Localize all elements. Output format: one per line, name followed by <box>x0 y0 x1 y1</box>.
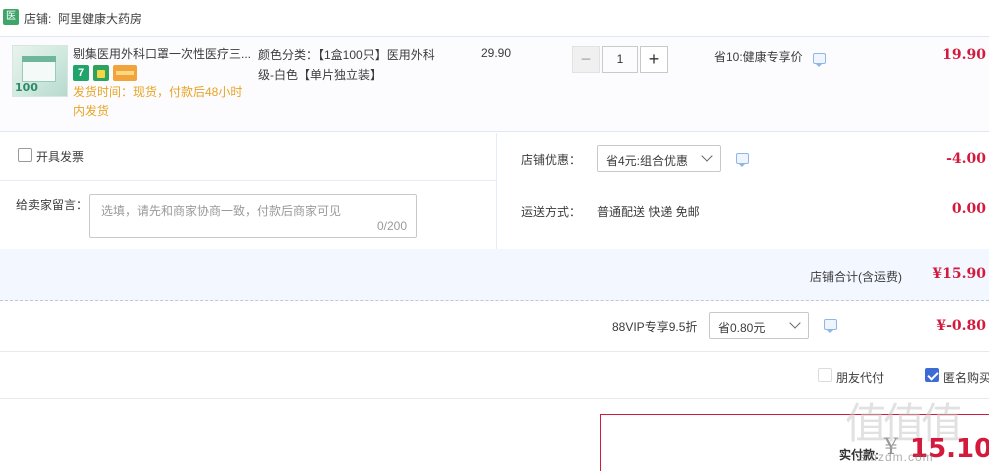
options-divider <box>0 180 497 181</box>
promo-info-icon[interactable] <box>813 53 826 67</box>
product-thumbnail[interactable]: 100 <box>12 45 68 97</box>
shop-label: 店铺: <box>24 12 52 26</box>
mask-box-stripe <box>22 56 56 62</box>
invoice-label[interactable]: 开具发票 <box>36 148 84 165</box>
product-spec: 颜色分类：【1盒100只】医用外科级-白色【单片独立装】 <box>258 48 435 82</box>
friend-pay-label[interactable]: 朋友代付 <box>836 369 884 386</box>
subtotal-label: 店铺合计(含运费) <box>810 270 902 284</box>
service-bag-icon <box>93 65 109 81</box>
shop-discount-label: 店铺优惠： <box>521 153 582 167</box>
thumb-count-label: 100 <box>15 81 38 94</box>
invoice-checkbox[interactable] <box>18 148 32 162</box>
message-to-seller-textarea[interactable]: 选填，请先和商家协商一致，付款后商家可见 0/200 <box>89 194 417 238</box>
shipping-method: 普通配送 快递 免邮 <box>597 205 700 219</box>
message-char-count: 0/200 <box>376 219 407 233</box>
shop-name-link[interactable]: 阿里健康大药房 <box>58 10 142 27</box>
shop-discount-value: 省4元:组合优惠 <box>606 154 689 168</box>
vip-info-icon[interactable] <box>824 319 837 333</box>
item-promo-text: 省10:健康专享价 <box>714 50 803 64</box>
shop-discount-amount: -4.00 <box>946 151 986 167</box>
vip-discount-label: 88VIP专享9.5折 <box>612 320 698 334</box>
discount-info-icon[interactable] <box>736 153 749 167</box>
pharmacy-badge-icon: 医 <box>3 9 19 25</box>
seven-day-return-icon: 7 <box>73 65 89 81</box>
message-label: 给卖家留言： <box>16 198 89 212</box>
quantity-plus-button[interactable]: + <box>640 46 668 73</box>
chevron-down-icon <box>701 150 713 162</box>
chevron-down-icon <box>789 317 801 329</box>
credit-card-icon <box>113 65 137 81</box>
vip-discount-select[interactable]: 省0.80元 <box>709 312 809 339</box>
vip-discount-row <box>0 302 989 352</box>
item-total-price: 19.90 <box>942 47 986 63</box>
vip-discount-value: 省0.80元 <box>718 321 766 335</box>
shipping-amount: 0.00 <box>951 201 986 217</box>
subtotal-amount: ¥15.90 <box>932 266 986 282</box>
shop-discount-select[interactable]: 省4元:组合优惠 <box>597 145 721 172</box>
anonymous-purchase-label[interactable]: 匿名购买 <box>943 369 989 386</box>
quantity-minus-button[interactable]: − <box>572 46 600 73</box>
message-placeholder: 选填，请先和商家协商一致，付款后商家可见 <box>101 204 342 218</box>
quantity-stepper: − 1 + <box>572 46 668 73</box>
anonymous-purchase-checkbox[interactable] <box>925 368 939 382</box>
unit-price: 29.90 <box>481 46 512 60</box>
product-title-link[interactable]: 剔集医用外科口罩一次性医疗三... <box>73 45 255 62</box>
quantity-input[interactable]: 1 <box>602 46 638 73</box>
shipping-time-note: 发货时间：现货，付款后48小时内发货 <box>73 85 243 118</box>
friend-pay-checkbox[interactable] <box>818 368 832 382</box>
vip-discount-amount: ¥-0.80 <box>936 318 986 334</box>
watermark-url: smzdm.com <box>860 450 934 464</box>
shipping-label: 运送方式： <box>521 205 582 219</box>
shop-header <box>0 0 989 36</box>
